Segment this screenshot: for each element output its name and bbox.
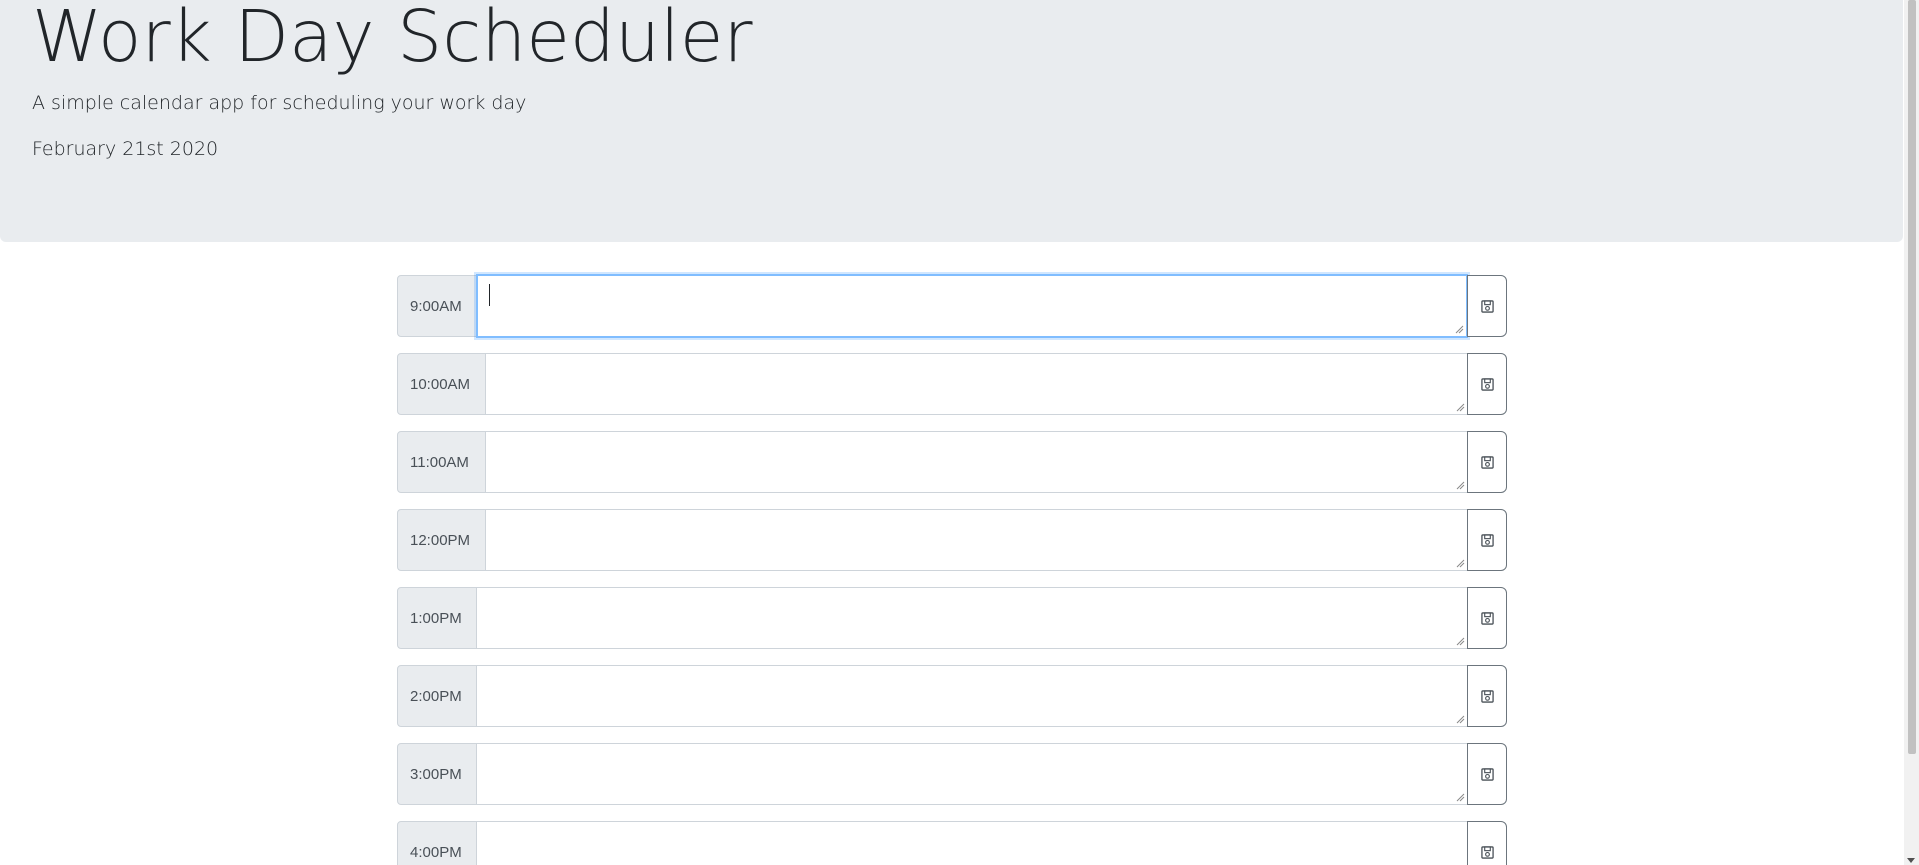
save-button[interactable] bbox=[1467, 665, 1507, 727]
vertical-scrollbar[interactable] bbox=[1904, 0, 1919, 865]
hour-label: 4:00PM bbox=[397, 821, 477, 865]
floppy-disk-icon bbox=[1480, 845, 1494, 859]
save-button[interactable] bbox=[1467, 821, 1507, 865]
floppy-disk-icon bbox=[1480, 767, 1494, 781]
save-button[interactable] bbox=[1467, 587, 1507, 649]
hour-label: 9:00AM bbox=[397, 275, 477, 337]
task-textarea[interactable] bbox=[486, 353, 1468, 415]
hour-label: 2:00PM bbox=[397, 665, 477, 727]
task-textarea[interactable] bbox=[477, 743, 1468, 805]
task-textarea[interactable] bbox=[477, 665, 1468, 727]
scroll-down-arrow-icon[interactable] bbox=[1907, 858, 1915, 863]
resize-grip-icon[interactable] bbox=[1455, 480, 1465, 490]
resize-grip-icon[interactable] bbox=[1455, 558, 1465, 568]
resize-grip-icon[interactable] bbox=[1455, 714, 1465, 724]
time-block-row: 12:00PM bbox=[397, 509, 1507, 571]
page-title: Work Day Scheduler bbox=[32, 0, 753, 78]
floppy-disk-icon bbox=[1480, 611, 1494, 625]
scrollbar-thumb[interactable] bbox=[1908, 0, 1916, 754]
resize-grip-icon[interactable] bbox=[1455, 792, 1465, 802]
page-subtitle: A simple calendar app for scheduling you… bbox=[32, 92, 527, 114]
task-textarea[interactable] bbox=[486, 431, 1468, 493]
time-block-row: 11:00AM bbox=[397, 431, 1507, 493]
save-button[interactable] bbox=[1467, 275, 1507, 337]
hour-label: 1:00PM bbox=[397, 587, 477, 649]
time-block-row: 3:00PM bbox=[397, 743, 1507, 805]
floppy-disk-icon bbox=[1480, 689, 1494, 703]
save-button[interactable] bbox=[1467, 353, 1507, 415]
task-textarea[interactable] bbox=[477, 821, 1468, 865]
header-jumbotron: Work Day Scheduler A simple calendar app… bbox=[0, 0, 1903, 242]
task-textarea[interactable] bbox=[486, 509, 1468, 571]
task-textarea[interactable] bbox=[476, 274, 1468, 338]
hour-label: 3:00PM bbox=[397, 743, 477, 805]
floppy-disk-icon bbox=[1480, 299, 1494, 313]
current-date: February 21st 2020 bbox=[32, 138, 219, 160]
hour-label: 11:00AM bbox=[397, 431, 486, 493]
time-block-row: 4:00PM bbox=[397, 821, 1507, 865]
save-button[interactable] bbox=[1467, 509, 1507, 571]
page: Work Day Scheduler A simple calendar app… bbox=[0, 0, 1919, 865]
hour-label: 10:00AM bbox=[397, 353, 486, 415]
time-block-row: 1:00PM bbox=[397, 587, 1507, 649]
text-cursor bbox=[489, 284, 490, 306]
hour-label: 12:00PM bbox=[397, 509, 486, 571]
resize-grip-icon[interactable] bbox=[1455, 402, 1465, 412]
save-button[interactable] bbox=[1467, 743, 1507, 805]
floppy-disk-icon bbox=[1480, 533, 1494, 547]
floppy-disk-icon bbox=[1480, 377, 1494, 391]
time-block-row: 2:00PM bbox=[397, 665, 1507, 727]
task-textarea[interactable] bbox=[477, 587, 1468, 649]
save-button[interactable] bbox=[1467, 431, 1507, 493]
time-block-row: 9:00AM bbox=[397, 274, 1507, 338]
time-block-row: 10:00AM bbox=[397, 353, 1507, 415]
resize-grip-icon[interactable] bbox=[1454, 324, 1464, 334]
floppy-disk-icon bbox=[1480, 455, 1494, 469]
resize-grip-icon[interactable] bbox=[1455, 636, 1465, 646]
